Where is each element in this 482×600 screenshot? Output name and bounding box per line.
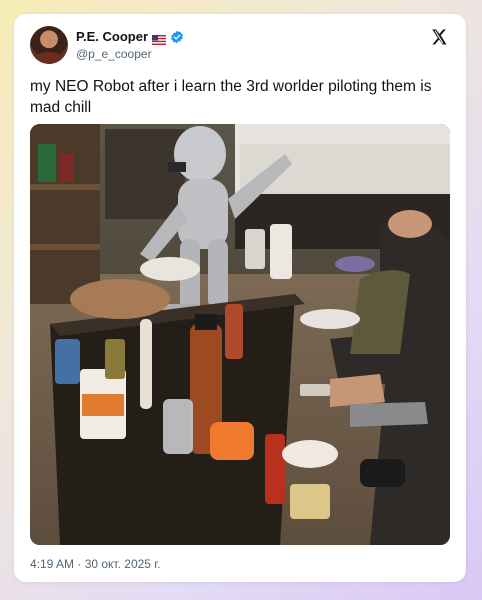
author-name-row: P.E. Cooper bbox=[76, 29, 184, 45]
tweet-timestamp[interactable]: 4:19 AM · 30 окт. 2025 г. bbox=[30, 557, 161, 571]
tweet-card: P.E. Cooper @p_e_cooper my NEO Robot aft… bbox=[14, 14, 466, 582]
verified-badge-icon bbox=[170, 30, 184, 44]
photo-illustration bbox=[30, 124, 450, 545]
tweet-text: my NEO Robot after i learn the 3rd world… bbox=[30, 78, 432, 116]
tweet-header: P.E. Cooper @p_e_cooper bbox=[30, 26, 450, 66]
author-name[interactable]: P.E. Cooper bbox=[76, 29, 148, 44]
author-handle[interactable]: @p_e_cooper bbox=[76, 47, 152, 61]
avatar[interactable] bbox=[30, 26, 68, 64]
x-logo-icon[interactable] bbox=[430, 28, 448, 46]
tweet-photo[interactable] bbox=[30, 124, 450, 545]
us-flag-icon bbox=[152, 32, 167, 45]
